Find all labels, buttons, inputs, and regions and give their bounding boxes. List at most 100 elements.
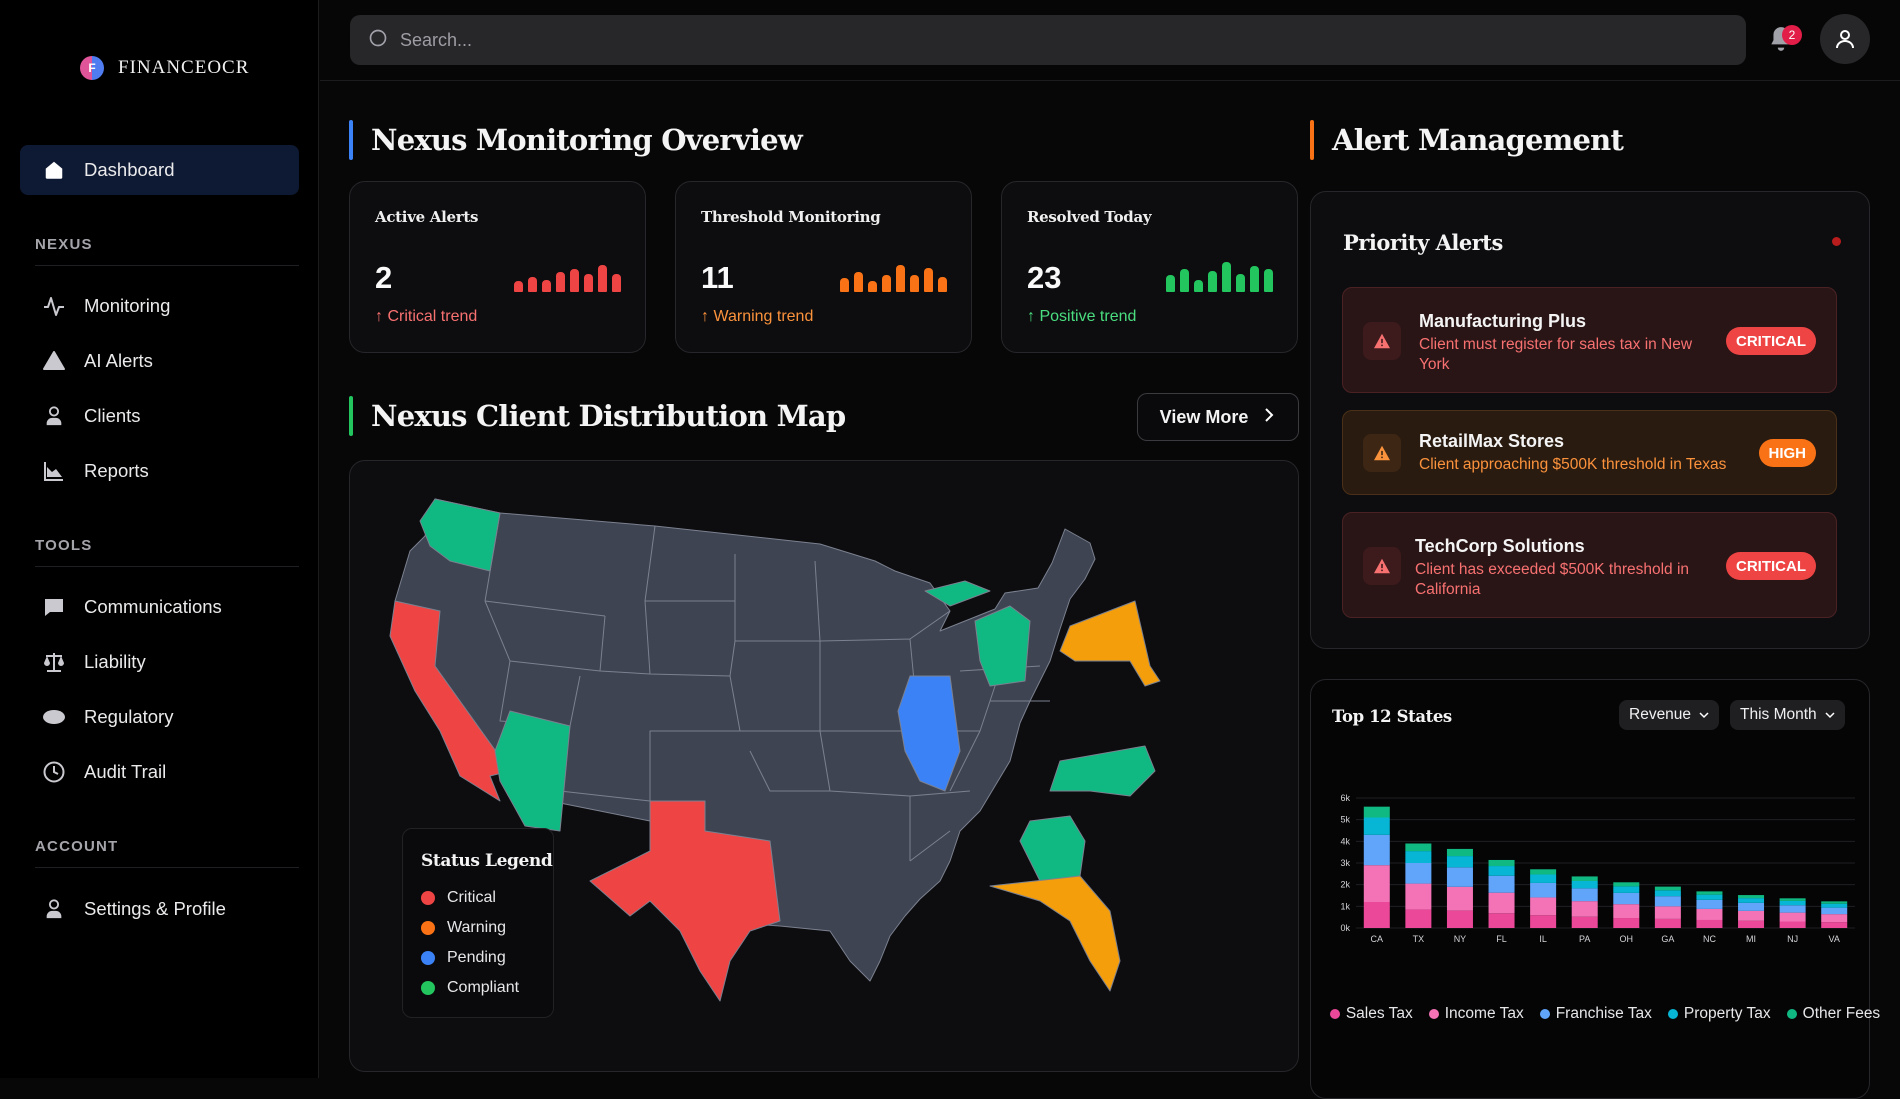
bar-segment-il[interactable] xyxy=(1530,869,1557,875)
bar-segment-mi[interactable] xyxy=(1738,902,1765,911)
bar-segment-fl[interactable] xyxy=(1488,875,1515,893)
bar-segment-ny[interactable] xyxy=(1446,886,1473,911)
legend-item[interactable]: Sales Tax xyxy=(1329,1005,1413,1023)
bar-segment-nj[interactable] xyxy=(1779,898,1806,901)
sidebar-item-ai-alerts[interactable]: AI Alerts xyxy=(20,336,299,386)
x-tick-label: IL xyxy=(1539,934,1547,944)
bar-segment-pa[interactable] xyxy=(1571,876,1598,881)
sidebar-item-audit-trail[interactable]: Audit Trail xyxy=(20,747,299,797)
bar-segment-fl[interactable] xyxy=(1488,859,1515,867)
bar-segment-va[interactable] xyxy=(1821,903,1848,908)
brand[interactable]: F FINANCEOCR xyxy=(80,56,249,80)
bar-segment-fl[interactable] xyxy=(1488,866,1515,876)
bar-segment-nc[interactable] xyxy=(1696,899,1723,909)
x-tick-label: VA xyxy=(1829,934,1840,944)
period-select[interactable]: This Month xyxy=(1730,700,1845,730)
legend-label: Other Fees xyxy=(1802,1005,1881,1022)
bar-segment-tx[interactable] xyxy=(1405,883,1432,910)
bar-segment-tx[interactable] xyxy=(1405,843,1432,852)
bar-segment-fl[interactable] xyxy=(1488,892,1515,914)
stacked-bar-chart: 0k 1k 2k 3k 4k 5k 6k CA TX NY FL IL PA OH GA NC MI NJ VA xyxy=(1340,793,1855,944)
bar-segment-ny[interactable] xyxy=(1446,910,1473,928)
bar-segment-mi[interactable] xyxy=(1738,898,1765,903)
bar-segment-ca[interactable] xyxy=(1363,865,1390,902)
bar-segment-nc[interactable] xyxy=(1696,891,1723,895)
sidebar-item-liability[interactable]: Liability xyxy=(20,637,299,687)
bar-segment-tx[interactable] xyxy=(1405,909,1432,928)
bar-segment-oh[interactable] xyxy=(1613,904,1640,919)
bar-segment-ny[interactable] xyxy=(1446,856,1473,868)
bar-segment-tx[interactable] xyxy=(1405,851,1432,863)
sidebar-item-settings[interactable]: Settings & Profile xyxy=(20,884,299,934)
x-tick-label: NC xyxy=(1703,934,1716,944)
legend-item[interactable]: Other Fees xyxy=(1786,1005,1881,1023)
bar-segment-nj[interactable] xyxy=(1779,921,1806,929)
legend-dot xyxy=(1428,1009,1439,1019)
bar-segment-va[interactable] xyxy=(1821,907,1848,915)
stat-title: Resolved Today xyxy=(1027,208,1152,226)
status-legend: Status Legend Critical Warning Pending C… xyxy=(402,828,554,1018)
bar-segment-nc[interactable] xyxy=(1696,919,1723,928)
bar-segment-va[interactable] xyxy=(1821,922,1848,928)
legend-item[interactable]: Franchise Tax xyxy=(1539,1005,1652,1023)
sidebar-item-communications[interactable]: Communications xyxy=(20,582,299,632)
y-tick-label: 2k xyxy=(1340,880,1350,890)
y-tick-label: 4k xyxy=(1340,836,1350,846)
bar-segment-nj[interactable] xyxy=(1779,905,1806,913)
bar-segment-ga[interactable] xyxy=(1654,906,1681,919)
bar-segment-il[interactable] xyxy=(1530,874,1557,883)
bar-segment-oh[interactable] xyxy=(1613,886,1640,893)
stat-card-active-alerts[interactable]: Active Alerts 2 ↑ Critical trend xyxy=(349,181,646,353)
sidebar-item-dashboard[interactable]: Dashboard xyxy=(20,145,299,195)
bar-segment-va[interactable] xyxy=(1821,914,1848,923)
alert-item[interactable]: TechCorp Solutions Client has exceeded $… xyxy=(1342,512,1837,618)
avatar[interactable] xyxy=(1820,14,1870,64)
bar-segment-pa[interactable] xyxy=(1571,901,1598,917)
alert-item[interactable]: Manufacturing Plus Client must register … xyxy=(1342,287,1837,393)
stat-card-resolved-today[interactable]: Resolved Today 23 ↑ Positive trend xyxy=(1001,181,1298,353)
bar-segment-mi[interactable] xyxy=(1738,910,1765,921)
legend-item[interactable]: Property Tax xyxy=(1667,1005,1771,1023)
bar-segment-ga[interactable] xyxy=(1654,896,1681,907)
section-label-nexus: NEXUS xyxy=(35,236,93,253)
bar-segment-pa[interactable] xyxy=(1571,880,1598,889)
bar-segment-il[interactable] xyxy=(1530,882,1557,898)
bar-segment-pa[interactable] xyxy=(1571,888,1598,902)
bar-segment-fl[interactable] xyxy=(1488,913,1515,928)
search-bar[interactable] xyxy=(350,15,1746,65)
bar-segment-ny[interactable] xyxy=(1446,867,1473,887)
bar-segment-ga[interactable] xyxy=(1654,918,1681,928)
view-more-button[interactable]: View More xyxy=(1137,393,1299,441)
bar-segment-il[interactable] xyxy=(1530,897,1557,916)
bar-segment-va[interactable] xyxy=(1821,901,1848,904)
bar-segment-mi[interactable] xyxy=(1738,920,1765,928)
stat-card-threshold-monitoring[interactable]: Threshold Monitoring 11 ↑ Warning trend xyxy=(675,181,972,353)
bar-segment-nj[interactable] xyxy=(1779,912,1806,922)
bar-segment-nc[interactable] xyxy=(1696,894,1723,900)
bar-segment-ca[interactable] xyxy=(1363,817,1390,835)
bar-segment-ny[interactable] xyxy=(1446,848,1473,857)
bar-segment-mi[interactable] xyxy=(1738,895,1765,899)
bar-segment-oh[interactable] xyxy=(1613,892,1640,905)
bar-segment-ca[interactable] xyxy=(1363,834,1390,866)
sidebar-item-reports[interactable]: Reports xyxy=(20,446,299,496)
bar-segment-il[interactable] xyxy=(1530,915,1557,928)
alert-item[interactable]: RetailMax Stores Client approaching $500… xyxy=(1342,410,1837,495)
bar-segment-oh[interactable] xyxy=(1613,918,1640,928)
bar-segment-ga[interactable] xyxy=(1654,890,1681,897)
bar-segment-ca[interactable] xyxy=(1363,902,1390,928)
bar-segment-tx[interactable] xyxy=(1405,863,1432,884)
bar-segment-nj[interactable] xyxy=(1779,900,1806,906)
bar-segment-nc[interactable] xyxy=(1696,908,1723,920)
bar-segment-ca[interactable] xyxy=(1363,806,1390,818)
bar-segment-pa[interactable] xyxy=(1571,916,1598,928)
bar-segment-oh[interactable] xyxy=(1613,882,1640,887)
sidebar-item-regulatory[interactable]: Regulatory xyxy=(20,692,299,742)
search-input[interactable] xyxy=(400,29,1700,51)
sidebar-item-clients[interactable]: Clients xyxy=(20,391,299,441)
sidebar-item-monitoring[interactable]: Monitoring xyxy=(20,281,299,331)
bar-segment-ga[interactable] xyxy=(1654,886,1681,891)
x-tick-label: OH xyxy=(1620,934,1634,944)
legend-item[interactable]: Income Tax xyxy=(1428,1005,1524,1023)
metric-select[interactable]: Revenue xyxy=(1619,700,1720,730)
